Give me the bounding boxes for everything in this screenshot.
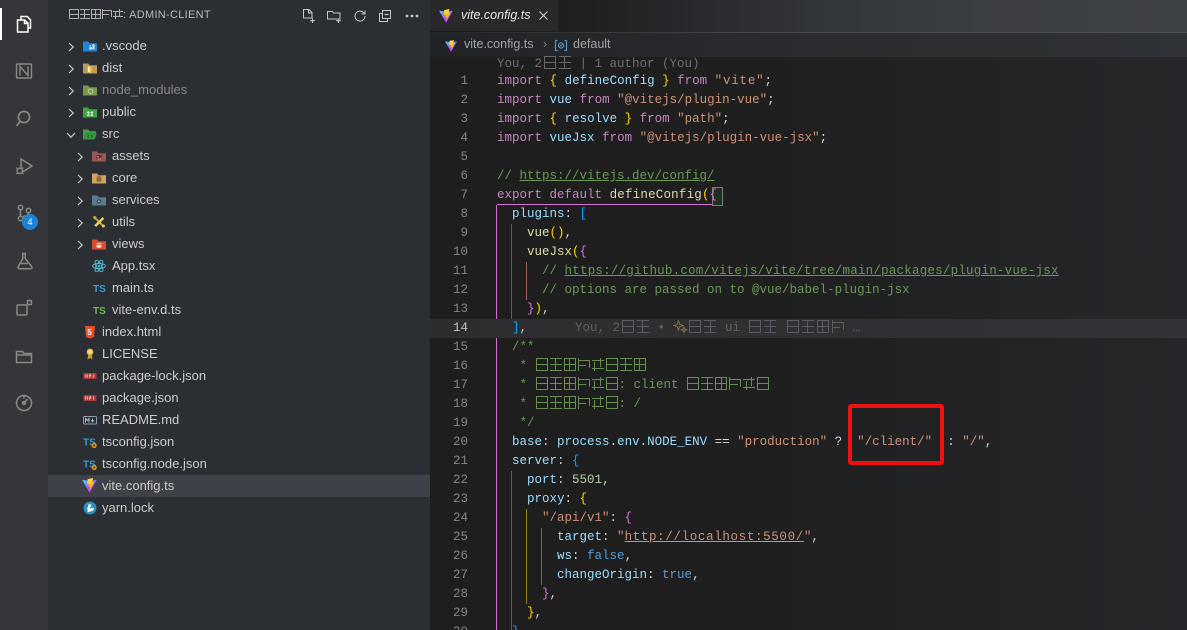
svg-text:TS: TS <box>93 284 106 295</box>
svg-text:TS: TS <box>93 306 106 317</box>
svg-text:5: 5 <box>87 328 92 337</box>
